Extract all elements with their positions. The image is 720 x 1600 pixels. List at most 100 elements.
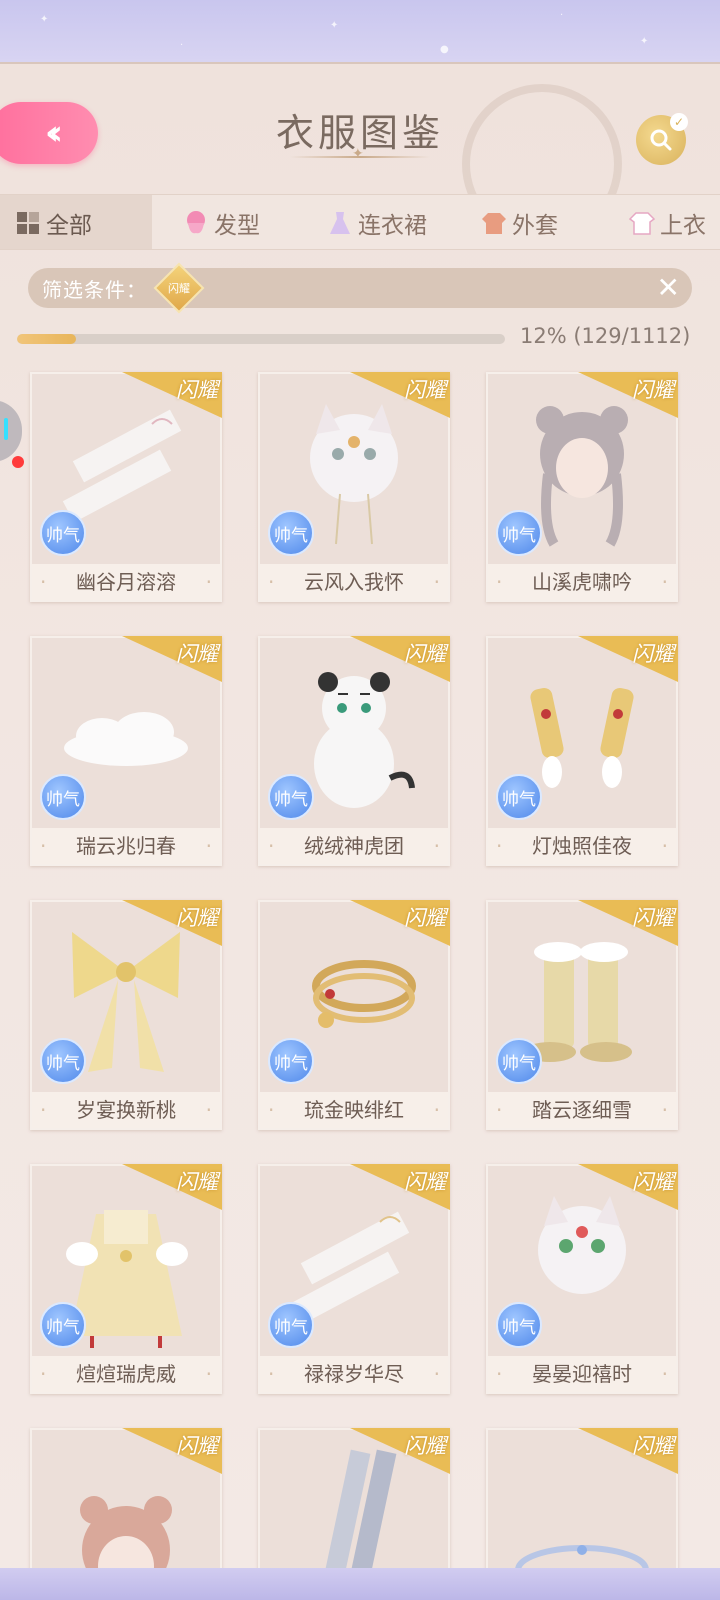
shine-ribbon: 闪耀 <box>578 1428 678 1474</box>
collection-progress-bar <box>17 334 505 344</box>
ribbon-label: 闪耀 <box>176 1434 218 1458</box>
wardrobe-panel: ‹‹ 衣服图鉴 ✓ 全部 发型 <box>0 62 720 1568</box>
style-badge: 帅气 <box>40 1038 86 1084</box>
shine-ribbon: 闪耀 <box>122 636 222 682</box>
shine-ribbon: 闪耀 <box>350 1428 450 1474</box>
check-icon: ✓ <box>670 113 688 131</box>
shine-ribbon: 闪耀 <box>350 372 450 418</box>
item-name: 晏晏迎禧时 <box>488 1356 676 1392</box>
style-badge: 帅气 <box>40 1302 86 1348</box>
style-badge: 帅气 <box>496 774 542 820</box>
item-card[interactable]: 闪耀 <box>258 1428 450 1568</box>
item-card[interactable]: 闪耀帅气绒绒神虎团 <box>258 636 450 866</box>
item-card[interactable]: 闪耀帅气灯烛照佳夜 <box>486 636 678 866</box>
ribbon-label: 闪耀 <box>404 906 446 930</box>
ribbon-label: 闪耀 <box>404 378 446 402</box>
style-badge: 帅气 <box>496 1038 542 1084</box>
grid-icon <box>17 212 39 234</box>
ribbon-label: 闪耀 <box>176 642 218 666</box>
style-badge: 帅气 <box>268 510 314 556</box>
progress-fill <box>17 334 76 344</box>
ribbon-label: 闪耀 <box>404 1170 446 1194</box>
style-badge: 帅气 <box>268 1038 314 1084</box>
notification-dot <box>12 456 24 468</box>
item-card[interactable]: 闪耀帅气云风入我怀 <box>258 372 450 602</box>
ribbon-label: 闪耀 <box>632 378 674 402</box>
title-divider <box>290 146 430 162</box>
item-name: 绒绒神虎团 <box>260 828 448 864</box>
ribbon-label: 闪耀 <box>404 1434 446 1458</box>
item-card[interactable]: 闪耀帅气岁宴换新桃 <box>30 900 222 1130</box>
item-name: 煊煊瑞虎威 <box>32 1356 220 1392</box>
filter-tag-label: 闪耀 <box>168 282 190 295</box>
top-status-area: ✦ · ✦ ● · ✦ <box>0 0 720 62</box>
ribbon-label: 闪耀 <box>632 906 674 930</box>
item-name: 云风入我怀 <box>260 564 448 600</box>
item-name: 幽谷月溶溶 <box>32 564 220 600</box>
assistant-indicator <box>4 418 8 440</box>
shine-ribbon: 闪耀 <box>578 372 678 418</box>
search-icon <box>650 129 672 151</box>
shine-ribbon: 闪耀 <box>350 636 450 682</box>
shine-ribbon: 闪耀 <box>578 900 678 946</box>
style-badge: 帅气 <box>496 1302 542 1348</box>
filter-tag-shine[interactable]: 闪耀 <box>153 262 205 314</box>
shirt-icon <box>628 212 656 235</box>
item-card[interactable]: 闪耀帅气幽谷月溶溶 <box>30 372 222 602</box>
progress-text: 12% (129/1112) <box>520 324 691 348</box>
item-name: 禄禄岁华尽 <box>260 1356 448 1392</box>
item-card[interactable]: 闪耀 <box>486 1428 678 1568</box>
item-card[interactable]: 闪耀帅气山溪虎啸吟 <box>486 372 678 602</box>
ribbon-label: 闪耀 <box>632 642 674 666</box>
tab-all[interactable]: 全部 <box>0 195 152 249</box>
tab-hair[interactable]: 发型 <box>152 195 298 249</box>
shine-ribbon: 闪耀 <box>122 1164 222 1210</box>
style-badge: 帅气 <box>268 774 314 820</box>
shine-ribbon: 闪耀 <box>350 900 450 946</box>
ribbon-label: 闪耀 <box>632 1434 674 1458</box>
tab-top[interactable]: 上衣 <box>606 195 720 249</box>
bottom-bar <box>0 1568 720 1600</box>
ribbon-label: 闪耀 <box>176 906 218 930</box>
category-tabs: 全部 发型 连衣裙 外套 上衣 <box>0 194 720 250</box>
coat-icon <box>482 213 506 234</box>
item-card[interactable]: 闪耀 <box>30 1428 222 1568</box>
close-icon[interactable]: ✕ <box>657 271 680 304</box>
search-button[interactable]: ✓ <box>636 113 688 165</box>
style-badge: 帅气 <box>40 510 86 556</box>
tab-dress[interactable]: 连衣裙 <box>298 195 458 249</box>
item-name: 灯烛照佳夜 <box>488 828 676 864</box>
tab-label: 全部 <box>46 213 92 239</box>
dress-icon <box>330 212 350 234</box>
tab-label: 上衣 <box>660 213 706 239</box>
item-name: 琉金映绯红 <box>260 1092 448 1128</box>
item-card[interactable]: 闪耀帅气踏云逐细雪 <box>486 900 678 1130</box>
tab-label: 发型 <box>214 213 260 239</box>
item-card[interactable]: 闪耀帅气琉金映绯红 <box>258 900 450 1130</box>
hair-icon <box>187 211 205 234</box>
style-badge: 帅气 <box>268 1302 314 1348</box>
item-card[interactable]: 闪耀帅气煊煊瑞虎威 <box>30 1164 222 1394</box>
style-badge: 帅气 <box>496 510 542 556</box>
item-name: 踏云逐细雪 <box>488 1092 676 1128</box>
filter-label: 筛选条件： <box>42 277 147 302</box>
filter-bar: 筛选条件： 闪耀 ✕ <box>28 262 692 314</box>
shine-ribbon: 闪耀 <box>122 372 222 418</box>
tab-label: 外套 <box>512 213 558 239</box>
shine-ribbon: 闪耀 <box>122 900 222 946</box>
tab-label: 连衣裙 <box>358 213 427 239</box>
ribbon-label: 闪耀 <box>176 1170 218 1194</box>
ribbon-label: 闪耀 <box>176 378 218 402</box>
item-card[interactable]: 闪耀帅气禄禄岁华尽 <box>258 1164 450 1394</box>
ribbon-label: 闪耀 <box>632 1170 674 1194</box>
style-badge: 帅气 <box>40 774 86 820</box>
item-card[interactable]: 闪耀帅气晏晏迎禧时 <box>486 1164 678 1394</box>
item-name: 瑞云兆归春 <box>32 828 220 864</box>
item-card[interactable]: 闪耀帅气瑞云兆归春 <box>30 636 222 866</box>
ribbon-label: 闪耀 <box>404 642 446 666</box>
shine-ribbon: 闪耀 <box>578 1164 678 1210</box>
shine-ribbon: 闪耀 <box>122 1428 222 1474</box>
item-name: 岁宴换新桃 <box>32 1092 220 1128</box>
shine-ribbon: 闪耀 <box>350 1164 450 1210</box>
tab-coat[interactable]: 外套 <box>458 195 606 249</box>
